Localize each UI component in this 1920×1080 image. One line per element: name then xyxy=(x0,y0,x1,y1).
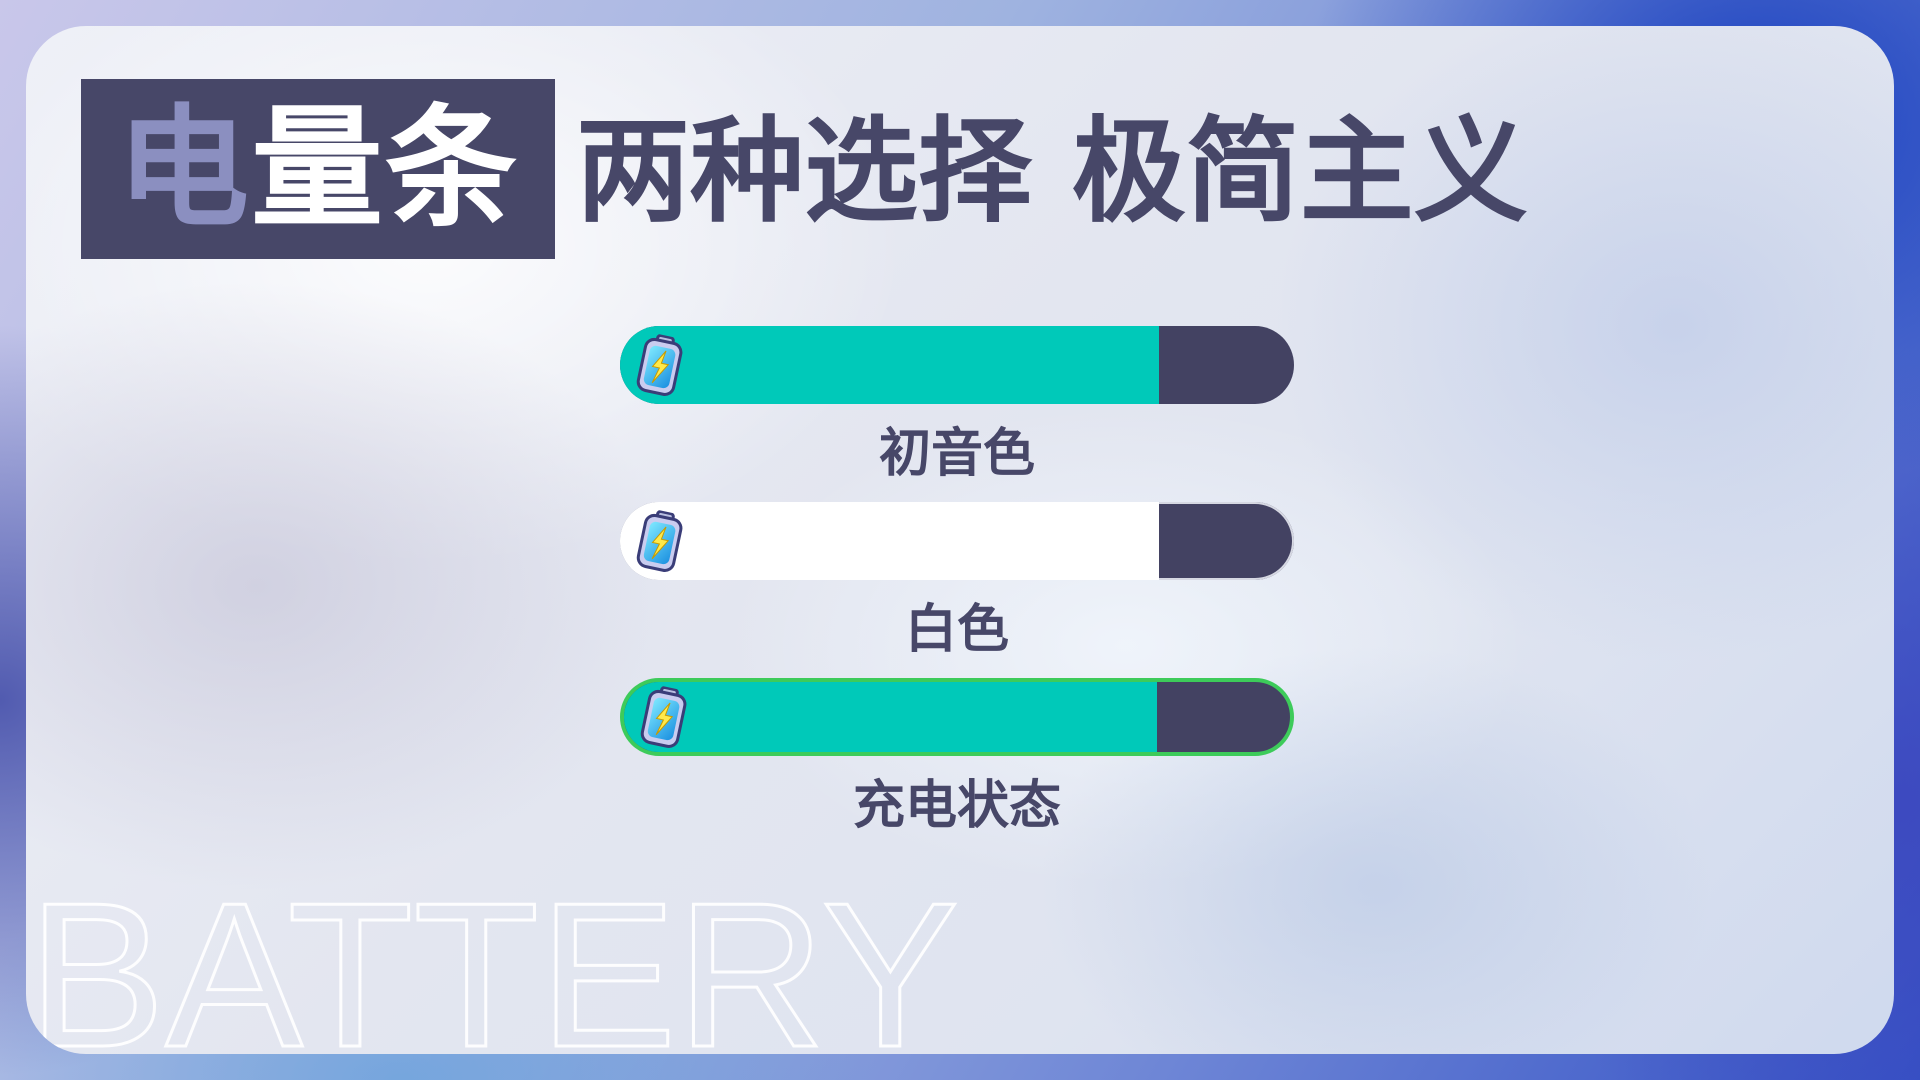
battery-bar-fill xyxy=(620,502,1160,580)
watermark: BATTERY xyxy=(27,886,961,1054)
title-highlight: 电 xyxy=(117,92,251,246)
battery-bar-fill xyxy=(624,682,1157,752)
battery-bar-charging xyxy=(620,678,1294,756)
page-title: 电量条 xyxy=(117,103,519,235)
page-subtitle: 两种选择 极简主义 xyxy=(576,105,1528,238)
bar-label-white: 白色 xyxy=(904,600,1009,660)
title-rest: 量条 xyxy=(251,92,519,246)
bar-label-charging: 充电状态 xyxy=(852,776,1061,836)
main-card: 电量条 两种选择 极简主义 初音色 白色 充电状态 BATTERY xyxy=(26,26,1894,1054)
title-box: 电量条 xyxy=(81,79,555,259)
battery-bar-fill xyxy=(620,326,1160,404)
battery-bar-miku xyxy=(620,326,1294,404)
bar-label-miku: 初音色 xyxy=(878,424,1035,484)
battery-bar-white xyxy=(620,502,1294,580)
watermark-text: BATTERY xyxy=(28,886,959,1054)
